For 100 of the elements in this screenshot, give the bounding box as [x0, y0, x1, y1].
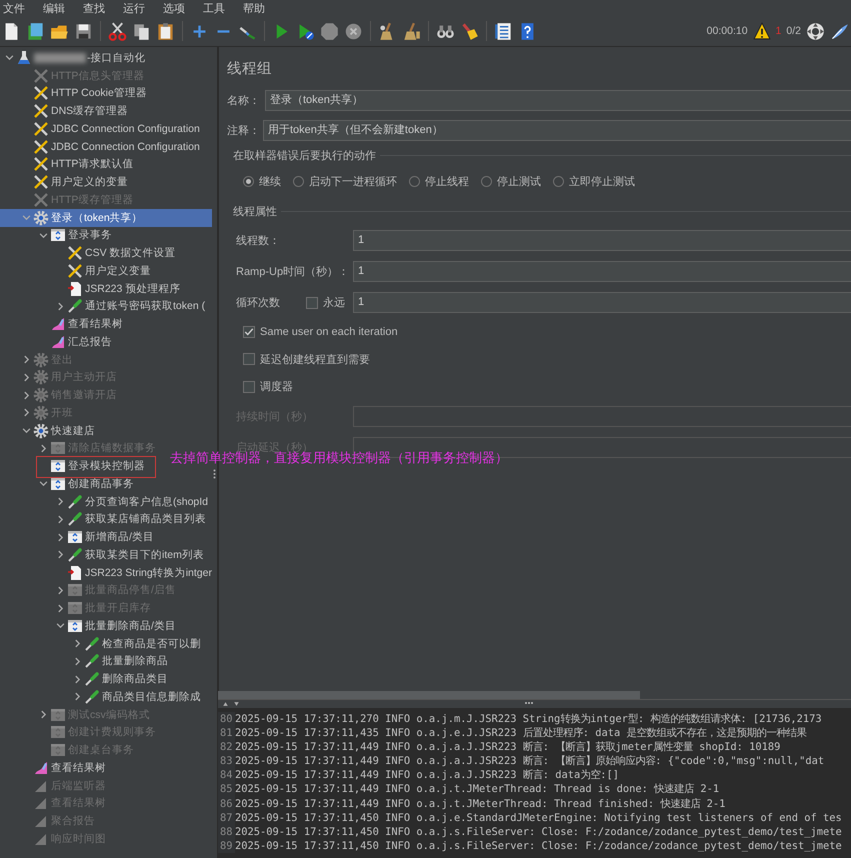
- chart-icon: [50, 334, 66, 350]
- pipette-icon: [67, 511, 83, 528]
- collapse-down-icon[interactable]: [233, 701, 240, 707]
- tree-row[interactable]: 快速建店: [0, 422, 97, 440]
- collapse-caret-icon[interactable]: [39, 230, 48, 240]
- log-line: 2025-09-15 17:37:11,270 INFO o.a.j.m.J.JSR223 String转换为intger型: 构造的纯数组请求体: [21736,2173: [235, 712, 822, 726]
- expand-caret-icon[interactable]: [56, 514, 65, 524]
- expand-caret-icon[interactable]: [56, 497, 65, 506]
- tree-row[interactable]: CSV 数据文件设置: [0, 244, 178, 262]
- menu-item[interactable]: 查找: [80, 0, 108, 16]
- pipette-icon: [67, 298, 83, 314]
- tree-row[interactable]: 分页查询客户信息(shopId: [0, 492, 210, 510]
- tree-row[interactable]: 检查商品是否可以删: [0, 634, 203, 652]
- tree-row[interactable]: 用户定义的变量: [0, 173, 130, 191]
- tree-row[interactable]: 创建商品事务: [0, 475, 136, 493]
- tree-item-label: 用户定义的变量: [51, 175, 128, 190]
- menu-item[interactable]: 文件: [0, 0, 28, 16]
- checkbox[interactable]: [306, 296, 318, 308]
- tree-row[interactable]: JSR223 预处理程序: [0, 280, 182, 298]
- collapse-caret-icon[interactable]: [5, 53, 14, 62]
- expand-caret-icon[interactable]: [73, 692, 82, 702]
- input-field[interactable]: 1: [353, 292, 851, 313]
- scrollbar-thumb[interactable]: [218, 691, 640, 699]
- checkbox-label: 永远: [323, 296, 345, 310]
- tree-item-label: 分页查询客户信息(shopId: [85, 494, 208, 509]
- tree-row[interactable]: 查看结果树: [0, 759, 108, 777]
- tree-row[interactable]: 批量删除商品: [0, 652, 170, 670]
- tree-row[interactable]: HTTP Cookie管理器: [0, 84, 149, 102]
- save-icon[interactable]: [74, 22, 93, 40]
- controller-icon: [67, 618, 83, 634]
- tree-row[interactable]: 获取某类目下的item列表: [0, 546, 206, 564]
- input-field[interactable]: [353, 406, 851, 426]
- tree-item-label: 快速建店: [51, 424, 95, 438]
- tree-row[interactable]: 登录（token共享）: [0, 208, 212, 226]
- gear-icon: [33, 369, 49, 386]
- brush-icon[interactable]: [460, 22, 479, 40]
- flask-icon: [16, 50, 32, 66]
- broom-icon[interactable]: [402, 22, 421, 40]
- comment-field[interactable]: 用于token共享（但不会新建token）: [263, 120, 851, 140]
- tree-row[interactable]: 登录模块控制器: [0, 457, 147, 475]
- menu-item[interactable]: 帮助: [240, 0, 268, 16]
- collapse-caret-icon[interactable]: [22, 426, 31, 436]
- controller-icon: [50, 742, 66, 758]
- tree-row[interactable]: 商品类目信息删除成: [0, 688, 203, 706]
- menu-item[interactable]: 选项: [160, 0, 188, 16]
- script-icon: [67, 564, 83, 581]
- stop-icon[interactable]: [320, 22, 339, 40]
- input-field[interactable]: 1: [353, 261, 851, 282]
- collapse-up-icon[interactable]: [222, 701, 229, 707]
- list-icon[interactable]: [494, 22, 513, 40]
- collapse-caret-icon[interactable]: [39, 479, 48, 488]
- clipboard-icon[interactable]: [156, 22, 175, 40]
- expand-caret-icon[interactable]: [73, 674, 82, 684]
- tree-row[interactable]: JDBC Connection Configuration: [0, 138, 202, 156]
- tree-row[interactable]: JDBC Connection Configuration: [0, 120, 202, 138]
- checkbox[interactable]: [243, 380, 255, 393]
- tree-row[interactable]: 汇总报告: [0, 333, 114, 351]
- radio-button[interactable]: [481, 176, 492, 186]
- expand-caret-icon[interactable]: [56, 532, 65, 542]
- radio-button[interactable]: [243, 176, 254, 186]
- copy-icon[interactable]: [132, 22, 151, 40]
- scissors-icon[interactable]: [108, 22, 127, 40]
- tree-row[interactable]: 获取某店铺商品类目列表: [0, 510, 208, 528]
- warning-icon[interactable]: [752, 22, 771, 40]
- shutdown-icon[interactable]: [344, 22, 363, 40]
- line-number: 81: [218, 726, 235, 740]
- tree-row[interactable]: 用户定义变量: [0, 262, 153, 280]
- checkbox[interactable]: [243, 326, 255, 338]
- name-field[interactable]: 登录（token共享）: [265, 90, 851, 110]
- tree-row[interactable]: 查看结果树: [0, 315, 125, 333]
- radio-button[interactable]: [293, 176, 304, 186]
- expand-caret-icon[interactable]: [56, 550, 65, 560]
- input-field[interactable]: 1: [353, 230, 851, 251]
- feather-icon[interactable]: [830, 22, 849, 40]
- grip-icon[interactable]: [523, 701, 535, 705]
- tree-row[interactable]: HTTP请求默认值: [0, 156, 136, 174]
- tree-row[interactable]: 新增商品/类目: [0, 528, 156, 546]
- radio-button[interactable]: [553, 176, 564, 186]
- radio-button[interactable]: [409, 176, 420, 186]
- tree-row[interactable]: 删除商品类目: [0, 670, 170, 688]
- expand-caret-icon[interactable]: [56, 302, 65, 311]
- templates-icon[interactable]: [26, 22, 45, 40]
- tree-row[interactable]: 通过账号密码获取token (: [0, 298, 208, 316]
- tools-icon: [33, 138, 49, 155]
- collapse-caret-icon[interactable]: [56, 621, 65, 630]
- tree-row[interactable]: DNS缓存管理器: [0, 102, 130, 120]
- remote-start-icon[interactable]: [806, 22, 825, 40]
- tree-row[interactable]: 批量删除商品/类目: [0, 617, 178, 635]
- tree-row[interactable]: JSR223 String转换为intger: [0, 564, 212, 582]
- grip-icon[interactable]: [213, 469, 216, 479]
- controller-icon: [50, 440, 66, 456]
- menu-item[interactable]: 运行: [120, 0, 148, 16]
- expand-caret-icon[interactable]: [73, 656, 82, 666]
- menu-item[interactable]: 工具: [200, 0, 228, 16]
- log-line: 2025-09-15 17:37:11,449 INFO o.a.j.a.J.JSR223 断言: 【断言】原始响应内容: {"code":0,"msg":null,"dat: [235, 754, 824, 768]
- tree-row[interactable]: 登录事务: [0, 226, 114, 244]
- tree-row[interactable]: -接口自动化: [0, 49, 148, 67]
- expand-caret-icon[interactable]: [73, 639, 82, 648]
- menu-item[interactable]: 编辑: [40, 0, 68, 16]
- checkbox[interactable]: [243, 353, 255, 366]
